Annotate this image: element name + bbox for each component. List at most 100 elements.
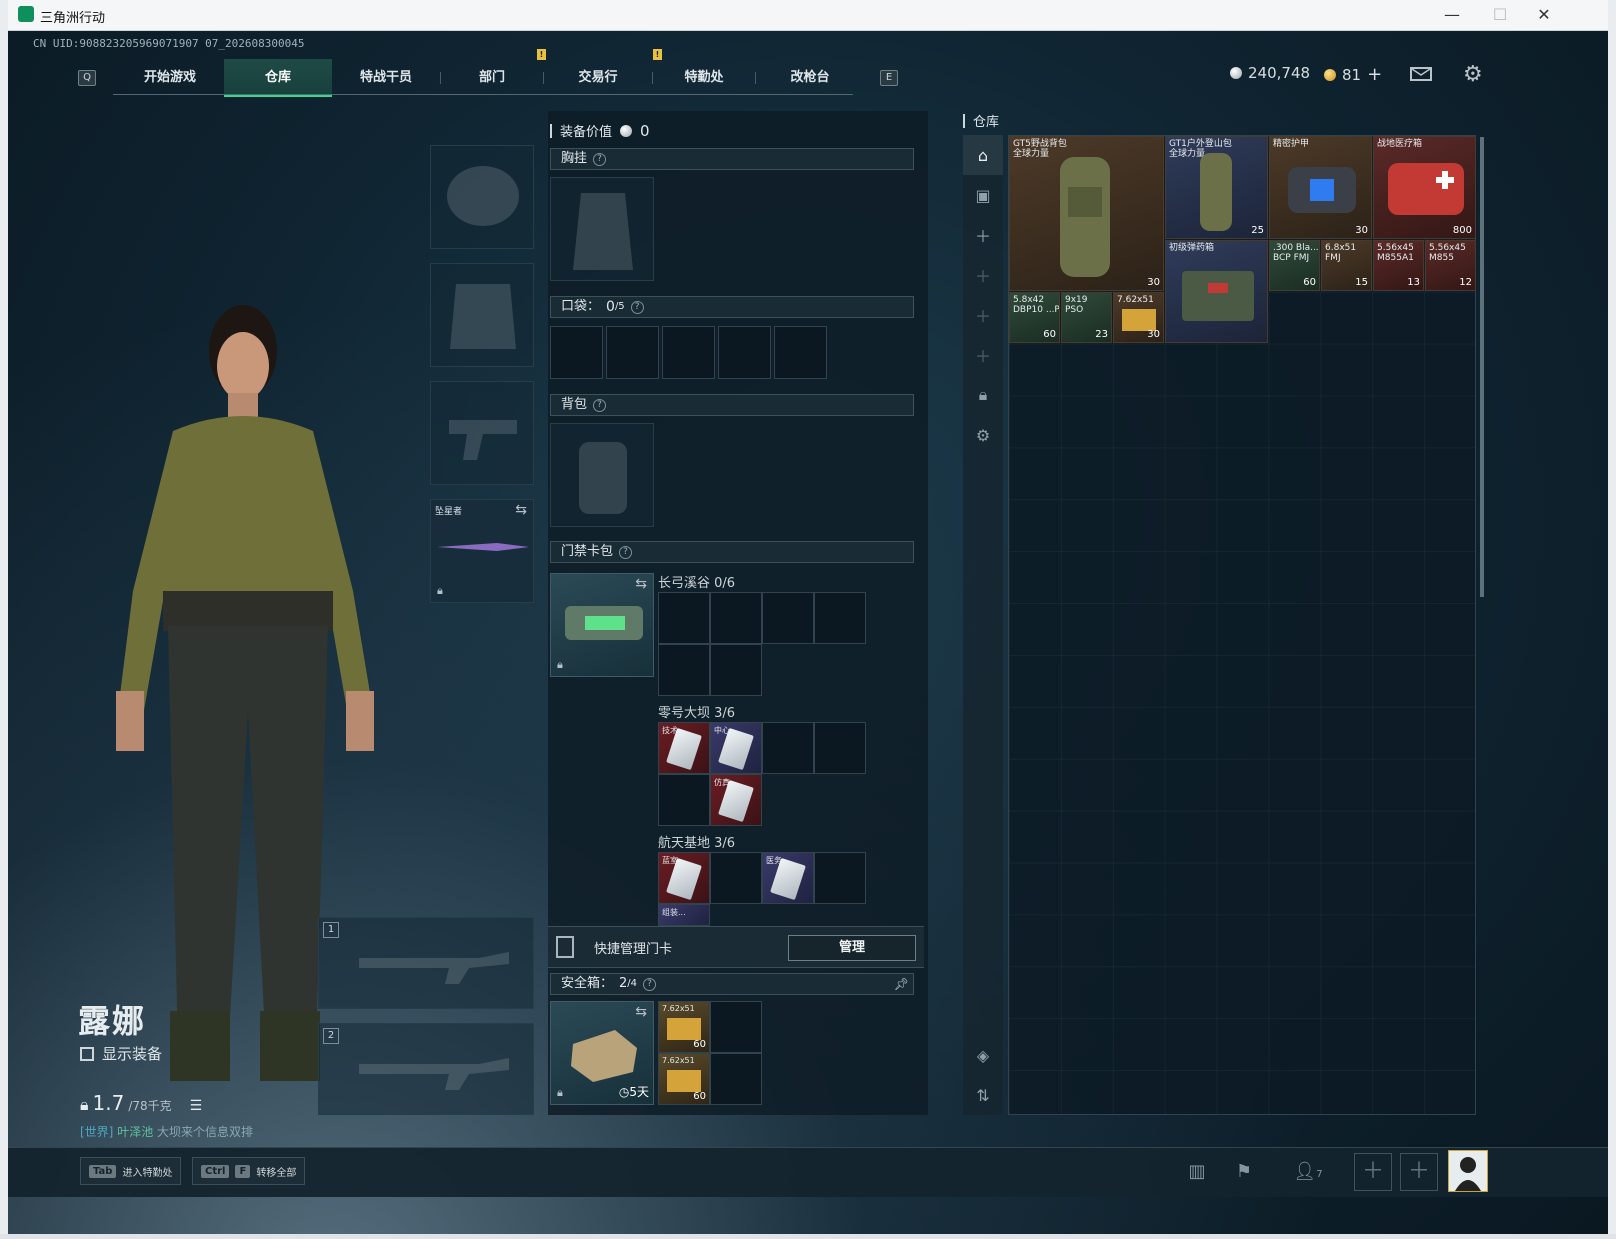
primary-weapon-slot-2[interactable]: 2	[318, 1023, 534, 1115]
tab-department[interactable]: 部门!	[441, 49, 546, 97]
helmet-slot[interactable]	[430, 145, 534, 249]
tab-start-game[interactable]: 开始游戏	[116, 59, 224, 97]
show-gear-checkbox[interactable]	[80, 1046, 94, 1061]
keycard-slot[interactable]	[814, 592, 866, 644]
gear-icon[interactable]: ⚙	[1463, 62, 1483, 87]
pocket-slot[interactable]	[718, 326, 771, 379]
plus-icon[interactable]: ＋	[963, 255, 1003, 295]
help-icon[interactable]: ?	[593, 398, 607, 412]
keycard-slot[interactable]	[710, 644, 762, 696]
tab-gunsmith[interactable]: 改枪台	[756, 59, 864, 97]
keycard-item[interactable]: 组装...	[658, 904, 710, 926]
swap-icon[interactable]: ⇆	[515, 502, 527, 518]
pocket-slot[interactable]	[606, 326, 659, 379]
melee-slot[interactable]: 坠星者 ⇆ 🔒︎	[430, 499, 534, 603]
swap-icon[interactable]: ⇆	[635, 576, 647, 592]
tab-special-ops[interactable]: 特勤处!	[653, 49, 755, 97]
list-icon[interactable]: ☰	[190, 1098, 203, 1114]
keycard-item[interactable]: 中心...	[710, 722, 762, 774]
chat-user[interactable]: 叶泽池	[117, 1125, 153, 1139]
help-icon[interactable]: ?	[593, 152, 607, 166]
warehouse-item[interactable]: 5.8x42 DBP10 ...P 60	[1009, 292, 1060, 343]
safebox-slot-cell[interactable]	[710, 1001, 762, 1053]
close-button[interactable]: ✕	[1524, 2, 1564, 28]
keycard-slot[interactable]	[658, 644, 710, 696]
enter-special-ops-hint[interactable]: Tab 进入特勤处	[80, 1157, 182, 1185]
flag-icon[interactable]: ⚑	[1230, 1161, 1258, 1185]
keycard-item[interactable]: 仿真...	[710, 774, 762, 826]
safebox-slot[interactable]: ⇆ 🔒︎ ◷5天	[550, 1001, 654, 1105]
plus-icon[interactable]: ＋	[963, 295, 1003, 335]
maximize-button[interactable]: ☐	[1480, 2, 1520, 28]
warehouse-item[interactable]: 5.56x45 M855 12	[1425, 240, 1476, 291]
keycard-slot[interactable]	[814, 722, 866, 774]
add-teammate-button[interactable]: ＋	[1354, 1153, 1392, 1191]
warehouse-item[interactable]: 精密护甲 30	[1269, 136, 1372, 239]
warehouse-item[interactable]: 6.8x51 FMJ 15	[1321, 240, 1372, 291]
tab-warehouse[interactable]: 仓库	[224, 59, 332, 97]
minimize-button[interactable]: —	[1432, 2, 1472, 28]
add-teammate-button[interactable]: ＋	[1400, 1153, 1438, 1191]
avatar[interactable]	[1448, 1150, 1488, 1192]
safebox-item[interactable]: 7.62x51 60	[658, 1053, 710, 1105]
pin-icon[interactable]: 📌︎	[894, 974, 909, 994]
keycard-slot[interactable]	[658, 774, 710, 826]
friends-icon[interactable]: 👤︎7	[1286, 1161, 1330, 1185]
keycard-item[interactable]: 技术...	[658, 722, 710, 774]
warehouse-home-icon[interactable]: ⌂	[963, 135, 1003, 175]
swap-icon[interactable]: ⇆	[635, 1004, 647, 1020]
show-gear-toggle[interactable]: 显示装备	[80, 1043, 162, 1064]
pistol-slot[interactable]	[430, 381, 534, 485]
add-currency-button[interactable]: +	[1367, 64, 1382, 85]
warehouse-item[interactable]: 初级弹药箱	[1165, 240, 1268, 343]
keycard-slot[interactable]	[710, 592, 762, 644]
silver-currency[interactable]: 240,748	[1230, 64, 1310, 82]
warehouse-item[interactable]: 9x19 PSO 23	[1061, 292, 1112, 343]
sort-icon[interactable]: ⇅	[963, 1075, 1003, 1115]
nav-prev-key[interactable]: Q	[78, 70, 96, 86]
keycard-slot[interactable]	[814, 852, 866, 904]
pocket-slot[interactable]	[550, 326, 603, 379]
help-icon[interactable]: ?	[619, 545, 633, 559]
warehouse-page-icon[interactable]: ▣	[963, 175, 1003, 215]
tab-trade[interactable]: 交易行	[544, 59, 652, 97]
tab-operators[interactable]: 特战干员	[332, 59, 440, 97]
manage-button[interactable]: 管理	[788, 935, 916, 961]
keycard-slot[interactable]	[658, 592, 710, 644]
safebox-item[interactable]: 7.62x51 60	[658, 1001, 710, 1053]
lock-icon[interactable]: 🔒︎	[963, 375, 1003, 415]
chat-line[interactable]: [世界] 叶泽池 大坝来个信息双排	[80, 1123, 253, 1140]
keycard-case-slot[interactable]: ⇆ 🔒︎	[550, 573, 654, 677]
pocket-slot[interactable]	[662, 326, 715, 379]
mail-icon[interactable]	[1410, 67, 1432, 81]
warehouse-item[interactable]: 5.56x45 M855A1 13	[1373, 240, 1424, 291]
gold-amount: 81	[1342, 65, 1362, 84]
chest-rig-slot[interactable]	[550, 177, 654, 281]
keycard-item[interactable]: 医务...	[762, 852, 814, 904]
plus-icon[interactable]: ＋	[963, 215, 1003, 255]
warehouse-item[interactable]: GT5野战背包 全球力量 30	[1009, 136, 1164, 291]
primary-weapon-slot-1[interactable]: 1	[318, 917, 534, 1009]
warehouse-scrollbar[interactable]	[1480, 137, 1484, 597]
safebox-slot-cell[interactable]	[710, 1053, 762, 1105]
help-icon[interactable]: ?	[630, 300, 644, 314]
gold-currency[interactable]: 81 +	[1324, 64, 1382, 85]
settings-icon[interactable]: ⚙	[963, 415, 1003, 455]
help-icon[interactable]: ?	[643, 977, 657, 991]
keycard-item[interactable]: 蓝室...	[658, 852, 710, 904]
layers-icon[interactable]: ◈	[963, 1035, 1003, 1075]
keycard-slot[interactable]	[762, 722, 814, 774]
keycard-slot[interactable]	[762, 592, 814, 644]
keycard-slot[interactable]	[710, 852, 762, 904]
chart-icon[interactable]: ▥	[1183, 1161, 1211, 1185]
transfer-all-hint[interactable]: Ctrl F 转移全部	[192, 1157, 306, 1185]
warehouse-item[interactable]: .300 Bla... BCP FMJ 60	[1269, 240, 1320, 291]
warehouse-item[interactable]: GT1户外登山包 全球力量 25	[1165, 136, 1268, 239]
warehouse-item[interactable]: 战地医疗箱 800	[1373, 136, 1476, 239]
plus-icon[interactable]: ＋	[963, 335, 1003, 375]
pocket-slot[interactable]	[774, 326, 827, 379]
warehouse-item[interactable]: 7.62x51 30	[1113, 292, 1164, 343]
backpack-slot[interactable]	[550, 423, 654, 527]
armor-slot[interactable]	[430, 263, 534, 367]
nav-next-key[interactable]: E	[880, 70, 898, 86]
